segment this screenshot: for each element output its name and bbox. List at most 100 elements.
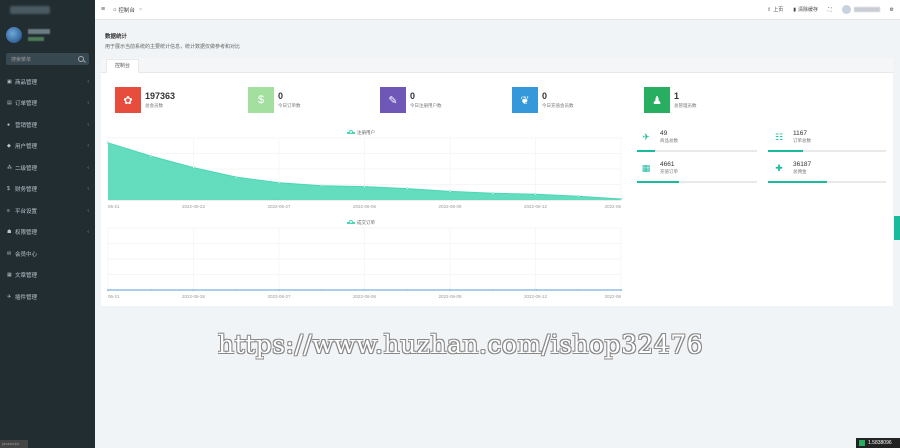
stat-today-orders: $ 0 今日订单数: [248, 87, 301, 113]
sidebar-item[interactable]: $ 财务管理 ‹: [0, 179, 95, 201]
data-point: [577, 288, 580, 292]
x-tick-label: 2022-06-27: [267, 204, 291, 209]
data-point: [149, 154, 152, 158]
search-icon[interactable]: [78, 56, 84, 62]
upload-label: 上页: [773, 7, 784, 13]
sidebar-item-label: 财务管理: [15, 187, 38, 194]
watermark: https://www.huzhan.com/ishop32476: [218, 330, 704, 359]
sidebar-item-label: 平台设置: [15, 208, 38, 215]
progress-bar: [768, 181, 886, 183]
stat-label: 今日充值会员数: [542, 103, 574, 108]
page-header: 数据统计 用于展示当前系统的主要统计信息，统计数据仅做参考和对比: [105, 32, 240, 50]
data-point: [363, 288, 366, 292]
data-point: [577, 195, 580, 198]
sidebar-menu: ▣ 商品管理 ‹ ▤ 订单管理 ‹ ● 营销管理 ‹ ◆ 用户管理 ‹ ⁂ 二级管理 ‹ $ 财务管理 ‹ ≡ 平台设…: [0, 71, 95, 308]
side-panel-handle[interactable]: [894, 216, 900, 240]
sidebar-search[interactable]: 搜索菜单: [6, 53, 89, 65]
x-tick-label: 2022-06-12: [524, 204, 548, 209]
profile-menu[interactable]: [841, 5, 880, 14]
chevron-icon: ‹: [87, 78, 89, 85]
sidebar-item[interactable]: ✉ 会员中心: [0, 243, 95, 265]
status-bar-text: javascript: [0, 440, 28, 448]
profile-avatar: [841, 5, 851, 14]
progress-bar: [637, 181, 757, 183]
user-panel[interactable]: [0, 20, 95, 50]
stat-value: 0: [542, 91, 548, 101]
sidebar-item-label: 插件管理: [15, 294, 38, 301]
logo[interactable]: [0, 0, 95, 20]
data-point: [448, 190, 452, 193]
data-point: [534, 193, 537, 196]
x-tick-label: 2022-06-09: [438, 204, 462, 209]
data-point: [619, 288, 623, 292]
sidebar-item[interactable]: ⁂ 二级管理 ‹: [0, 157, 95, 179]
stat-label: 今日订单数: [278, 103, 301, 108]
clear-cache-button[interactable]: ▮ 清除缓存: [793, 6, 818, 14]
stat-total-members: ✿ 197363 总会员数: [115, 87, 175, 113]
data-point: [619, 197, 623, 201]
members-icon: ✿: [115, 87, 141, 113]
stat-value: 197363: [145, 91, 176, 101]
mini-value: 49: [660, 130, 668, 137]
menu-item-icon: ▦: [7, 272, 12, 279]
stat-value: 0: [410, 91, 416, 101]
mini-label: 充值订单: [660, 169, 678, 174]
stat-today-recharge: ❦ 0 今日充值会员数: [512, 87, 574, 113]
badge-icon: [859, 440, 865, 446]
stat-label: 总会员数: [145, 103, 163, 108]
tab-console[interactable]: 控制台: [106, 59, 140, 73]
chevron-icon: ‹: [87, 207, 89, 214]
menu-item-icon: $: [7, 186, 10, 193]
sidebar-item[interactable]: ✈ 插件管理: [0, 286, 95, 308]
sidebar-item[interactable]: ▣ 商品管理 ‹: [0, 71, 95, 93]
sidebar: 搜索菜单 ▣ 商品管理 ‹ ▤ 订单管理 ‹ ● 营销管理 ‹ ◆ 用户管理 ‹ ⁂ 二级管理 ‹ $ 财务管理…: [0, 0, 95, 448]
sidebar-item[interactable]: ◆ 用户管理 ‹: [0, 136, 95, 158]
x-tick-label: 2022-06: [604, 204, 621, 209]
sidebar-item-label: 文章管理: [15, 273, 38, 280]
sidebar-item[interactable]: ▤ 订单管理 ‹: [0, 93, 95, 115]
mini-stat-commission: ✚ 36187 总佣金: [773, 161, 811, 175]
data-point: [320, 288, 323, 292]
sidebar-item-label: 二级管理: [15, 165, 38, 172]
x-tick-label: 06-21: [108, 204, 120, 209]
user-info: [28, 29, 50, 41]
sidebar-item-label: 用户管理: [15, 144, 38, 151]
upload-icon: ⇧: [767, 6, 772, 13]
page-title: 数据统计: [105, 34, 128, 40]
tab-home[interactable]: ⌂ 控制台 ×: [113, 6, 142, 14]
x-tick-label: 2022-06-12: [524, 294, 548, 299]
sidebar-item[interactable]: ● 营销管理 ‹: [0, 114, 95, 136]
stat-label: 总管理员数: [674, 103, 697, 108]
registrations-area-chart: 06-21 2022-06-22 2022-06-27 2022-06-06 2022-…: [107, 137, 623, 209]
menu-item-icon: ✈: [7, 293, 12, 300]
settings-icon[interactable]: ⚙: [890, 7, 894, 13]
menu-item-icon: ▣: [7, 78, 12, 85]
menu-item-icon: ◆: [7, 143, 11, 150]
data-point: [192, 166, 195, 169]
x-tick-label: 06-21: [108, 294, 120, 299]
avatar[interactable]: [6, 27, 22, 43]
data-point: [491, 192, 494, 195]
data-point: [406, 187, 409, 190]
data-point: [107, 288, 110, 292]
menu-item-icon: ☗: [7, 229, 12, 236]
chevron-icon: ‹: [87, 121, 89, 128]
menu-item-icon: ●: [7, 121, 11, 128]
sidebar-item[interactable]: ▦ 文章管理: [0, 265, 95, 287]
home-icon: ⌂: [113, 6, 117, 13]
data-point: [107, 141, 110, 144]
sidebar-item[interactable]: ≡ 平台设置 ‹: [0, 200, 95, 222]
tab-close-icon[interactable]: ×: [139, 7, 142, 13]
fullscreen-icon[interactable]: ⛶: [828, 7, 832, 13]
menu-item-icon: ≡: [7, 207, 10, 214]
x-tick-label: 2022-06-09: [438, 294, 462, 299]
sidebar-item[interactable]: ☗ 权限管理 ‹: [0, 222, 95, 244]
menu-item-icon: ✉: [7, 250, 12, 257]
chevron-icon: ‹: [87, 100, 89, 107]
mini-label: 商品总数: [660, 138, 678, 143]
stat-value: 0: [278, 91, 284, 101]
mini-stat-orders: ☷ 1167 订单总数: [773, 130, 811, 144]
corner-badge: 1.5838096: [856, 438, 900, 448]
menu-toggle-icon[interactable]: ≡: [101, 6, 105, 13]
upload-button[interactable]: ⇧ 上页: [767, 6, 784, 14]
